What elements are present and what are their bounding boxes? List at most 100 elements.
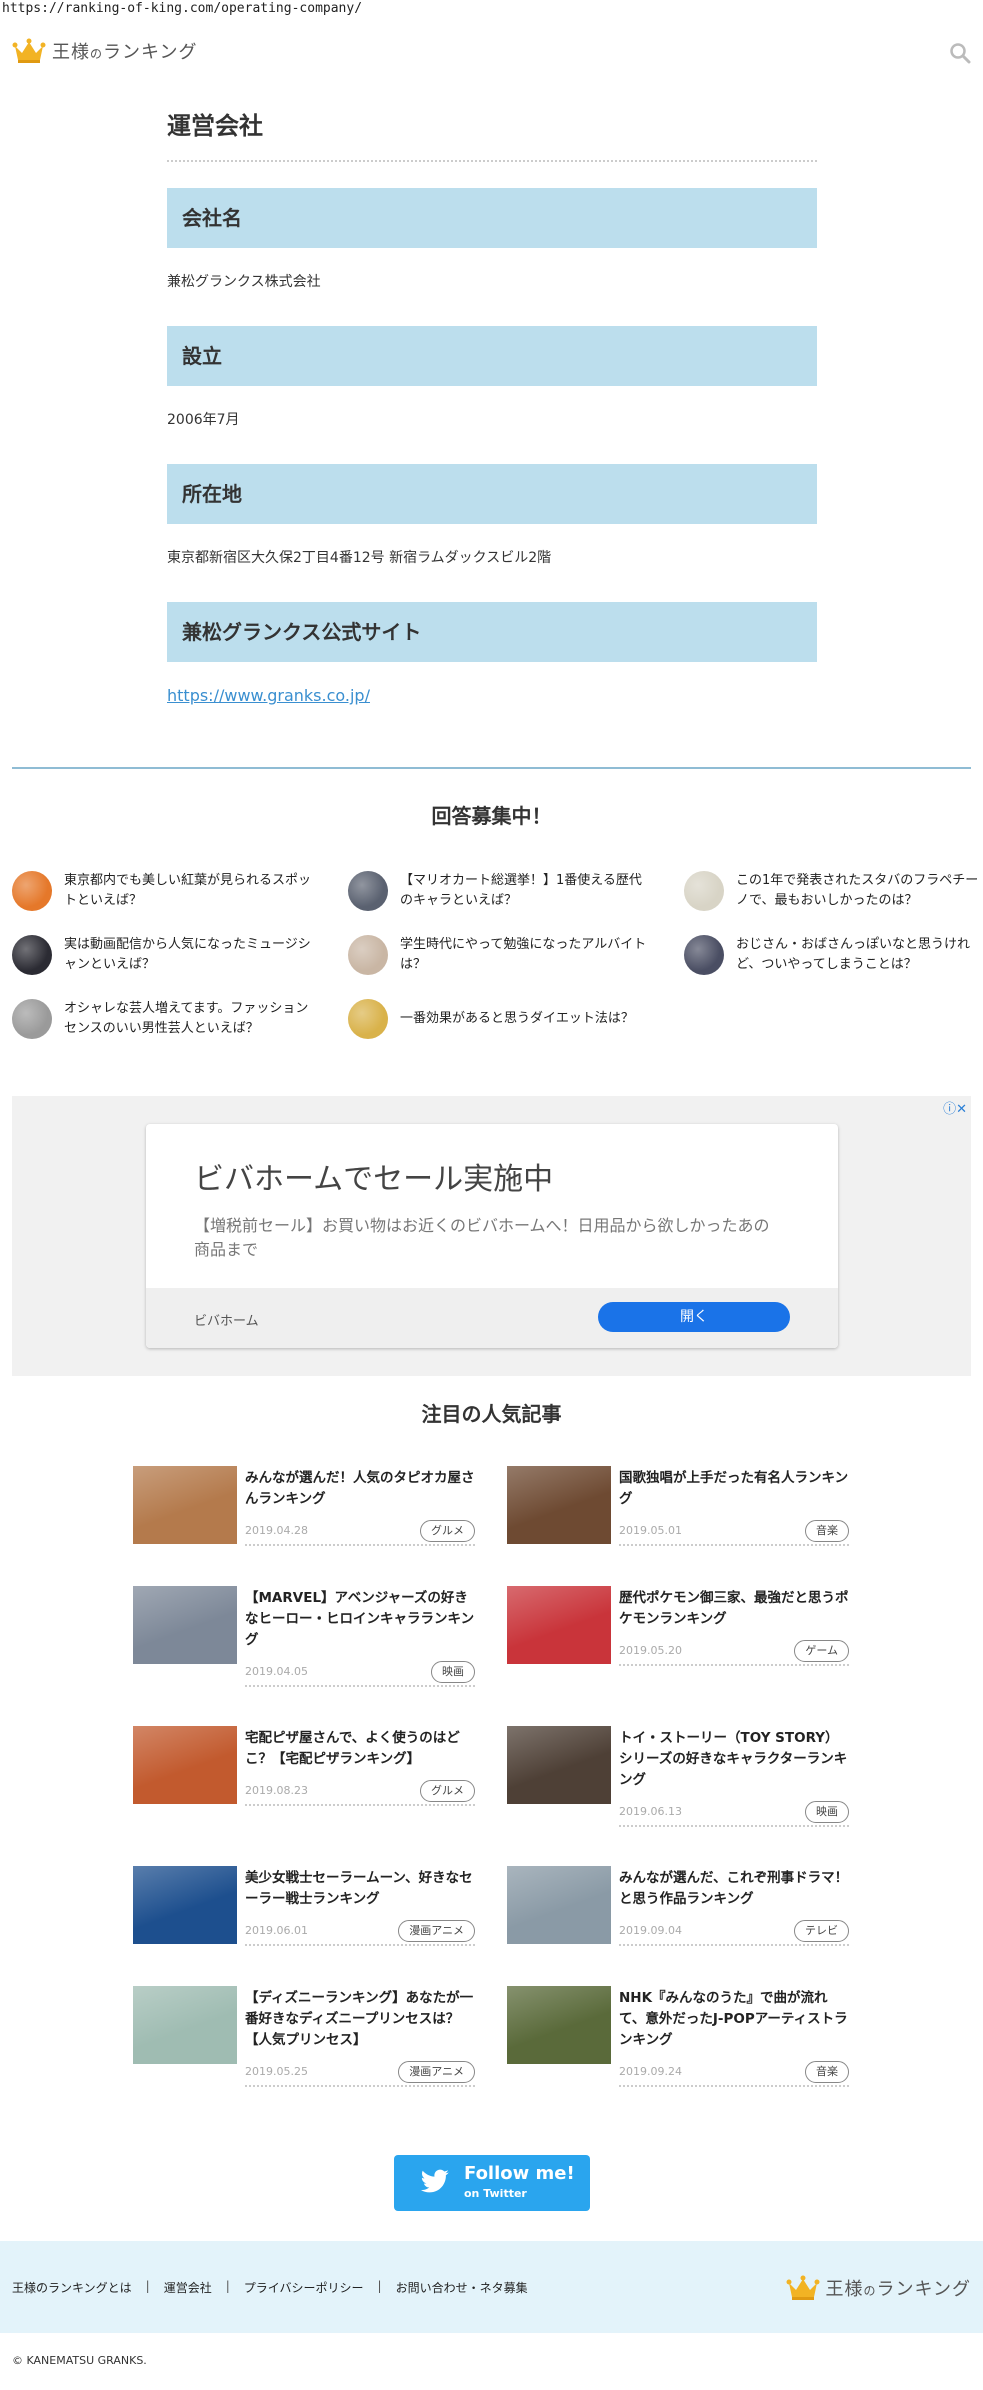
section-heading: 所在地: [167, 464, 817, 524]
article-tag[interactable]: 映画: [431, 1661, 475, 1683]
article-tag[interactable]: 映画: [805, 1801, 849, 1823]
section-body: 東京都新宿区大久保2丁目4番12号 新宿ラムダックスビル2階: [167, 550, 552, 566]
article-title: 歴代ポケモン御三家、最強だと思うポケモンランキング: [619, 1590, 849, 1627]
section-company-name: 会社名 兼松グランクス株式会社: [167, 188, 817, 300]
question-thumbnail: [684, 871, 724, 911]
article-date: 2019.06.01: [245, 1924, 308, 1937]
ad-banner[interactable]: ⓘ✕ ビバホームでセール実施中 【増税前セール】お買い物はお近くのビバホームへ！…: [12, 1096, 971, 1376]
footer-link-contact[interactable]: お問い合わせ・ネタ募集: [396, 2279, 528, 2296]
article-meta: 2019.04.05 映画: [245, 1659, 475, 1687]
ad-brand: ビバホーム: [194, 1314, 259, 1329]
official-site-link[interactable]: https://www.granks.co.jp/: [167, 686, 370, 705]
article-title: 国歌独唱が上手だった有名人ランキング: [619, 1470, 849, 1507]
ad-footer: ビバホーム 開く: [146, 1288, 838, 1348]
section-body: 兼松グランクス株式会社: [167, 274, 321, 290]
article-meta: 2019.06.01 漫画アニメ: [245, 1918, 475, 1946]
question-text: 実は動画配信から人気になったミュージシャンといえば？: [64, 937, 311, 972]
article-meta: 2019.05.01 音楽: [619, 1518, 849, 1546]
footer-separator: |: [377, 2279, 382, 2293]
article-thumbnail: [133, 1586, 237, 1664]
article-date: 2019.04.28: [245, 1524, 308, 1537]
footer-logo[interactable]: 王様のランキング: [786, 2275, 971, 2301]
article-tag[interactable]: グルメ: [420, 1520, 475, 1542]
ad-card[interactable]: ビバホームでセール実施中 【増税前セール】お買い物はお近くのビバホームへ！日用品…: [146, 1124, 838, 1348]
question-thumbnail: [684, 935, 724, 975]
article-meta: 2019.08.23 グルメ: [245, 1778, 475, 1806]
article-meta: 2019.05.25 漫画アニメ: [245, 2059, 475, 2087]
question-thumbnail: [12, 999, 52, 1039]
question-thumbnail: [348, 999, 388, 1039]
section-body: https://www.granks.co.jp/: [167, 662, 817, 714]
ad-open-button[interactable]: 開く: [598, 1302, 790, 1332]
article-tag[interactable]: 音楽: [805, 2061, 849, 2083]
articles-title: 注目の人気記事: [421, 1402, 562, 1426]
article-title: 【ディズニーランキング】あなたが一番好きなディズニープリンセスは？【人気プリンセ…: [245, 1990, 474, 2048]
section-divider: [12, 767, 971, 769]
article-title: NHK『みんなのうた』で曲が流れて、意外だったJ-POPアーティストランキング: [619, 1990, 848, 2048]
question-text: オシャレな芸人増えてます。ファッションセンスのいい男性芸人といえば？: [64, 1001, 309, 1036]
footer-link-about[interactable]: 王様のランキングとは: [12, 2279, 132, 2296]
section-heading: 会社名: [167, 188, 817, 248]
question-item[interactable]: 東京都内でも美しい紅葉が見られるスポットといえば？: [12, 866, 312, 916]
section-official-site: 兼松グランクス公式サイト https://www.granks.co.jp/: [167, 602, 817, 714]
question-item[interactable]: 実は動画配信から人気になったミュージシャンといえば？: [12, 930, 312, 980]
article-date: 2019.09.04: [619, 1924, 682, 1937]
section-body: 2006年7月: [167, 412, 240, 428]
site-footer: 王様のランキングとは | 運営会社 | プライバシーポリシー | お問い合わせ・…: [0, 2241, 983, 2333]
article-thumbnail: [133, 1866, 237, 1944]
question-text: 【マリオカート総選挙！】1番使える歴代のキャラといえば？: [400, 873, 642, 908]
section-established: 設立 2006年7月: [167, 326, 817, 438]
article-thumbnail: [133, 1466, 237, 1544]
question-item[interactable]: 【マリオカート総選挙！】1番使える歴代のキャラといえば？: [348, 866, 648, 916]
article-thumbnail: [507, 1466, 611, 1544]
question-item[interactable]: 一番効果があると思うダイエット法は？: [348, 994, 648, 1044]
article-tag[interactable]: ゲーム: [794, 1640, 849, 1662]
site-header: 王様のランキング: [0, 34, 983, 74]
article-tag[interactable]: グルメ: [420, 1780, 475, 1802]
twitter-bird-icon: [420, 2169, 449, 2193]
article-title: 【MARVEL】アベンジャーズの好きなヒーロー・ヒロインキャラランキング: [245, 1590, 475, 1648]
article-meta: 2019.04.28 グルメ: [245, 1518, 475, 1546]
article-date: 2019.05.25: [245, 2065, 308, 2078]
article-tag[interactable]: 音楽: [805, 1520, 849, 1542]
article-tag[interactable]: 漫画アニメ: [398, 2061, 475, 2083]
footer-nav: 王様のランキングとは | 運営会社 | プライバシーポリシー | お問い合わせ・…: [12, 2279, 528, 2296]
article-date: 2019.05.01: [619, 1524, 682, 1537]
follow-label: Follow me!: [464, 2163, 575, 2184]
article-date: 2019.09.24: [619, 2065, 682, 2078]
url-bar: https://ranking-of-king.com/operating-co…: [2, 1, 363, 16]
ad-description: 【増税前セール】お買い物はお近くのビバホームへ！日用品から欲しかったあの商品まで: [194, 1216, 770, 1259]
search-icon[interactable]: [949, 42, 971, 64]
question-item[interactable]: オシャレな芸人増えてます。ファッションセンスのいい男性芸人といえば？: [12, 994, 312, 1044]
article-date: 2019.06.13: [619, 1805, 682, 1818]
article-tag[interactable]: テレビ: [794, 1920, 849, 1942]
crown-icon: [786, 2275, 820, 2300]
question-item[interactable]: おじさん・おばさんっぽいなと思うけれど、ついやってしまうことは？: [684, 930, 983, 980]
article-title: みんなが選んだ！人気のタピオカ屋さんランキング: [245, 1470, 475, 1507]
footer-link-privacy[interactable]: プライバシーポリシー: [244, 2279, 364, 2296]
article-thumbnail: [507, 1586, 611, 1664]
footer-link-company[interactable]: 運営会社: [164, 2279, 212, 2296]
article-tag[interactable]: 漫画アニメ: [398, 1920, 475, 1942]
twitter-follow-button[interactable]: Follow me! on Twitter: [394, 2155, 590, 2211]
article-title: 美少女戦士セーラームーン、好きなセーラー戦士ランキング: [245, 1870, 473, 1907]
site-name: 王様のランキング: [52, 42, 198, 63]
ad-info-icon[interactable]: ⓘ✕: [943, 1098, 967, 1117]
article-date: 2019.05.20: [619, 1644, 682, 1657]
question-item[interactable]: この1年で発表されたスタバのフラペチーノで、最もおいしかったのは？: [684, 866, 983, 916]
question-thumbnail: [348, 871, 388, 911]
page-title: 運営会社: [167, 108, 817, 162]
article-title: みんなが選んだ、これぞ刑事ドラマ！と思う作品ランキング: [619, 1870, 849, 1907]
follow-sublabel: on Twitter: [464, 2187, 527, 2200]
site-name: 王様のランキング: [825, 2279, 971, 2300]
article-thumbnail: [507, 1866, 611, 1944]
article-meta: 2019.09.24 音楽: [619, 2059, 849, 2087]
question-item[interactable]: 学生時代にやって勉強になったアルバイトは？: [348, 930, 648, 980]
section-address: 所在地 東京都新宿区大久保2丁目4番12号 新宿ラムダックスビル2階: [167, 464, 817, 576]
article-title: トイ・ストーリー（TOY STORY）シリーズの好きなキャラクターランキング: [619, 1730, 848, 1788]
questions-title: 回答募集中！: [431, 804, 552, 828]
article-meta: 2019.09.04 テレビ: [619, 1918, 849, 1946]
article-meta: 2019.06.13 映画: [619, 1799, 849, 1827]
main-content: 運営会社 会社名 兼松グランクス株式会社 設立 2006年7月 所在地 東京都新…: [167, 108, 817, 714]
site-logo[interactable]: 王様のランキング: [12, 38, 197, 64]
